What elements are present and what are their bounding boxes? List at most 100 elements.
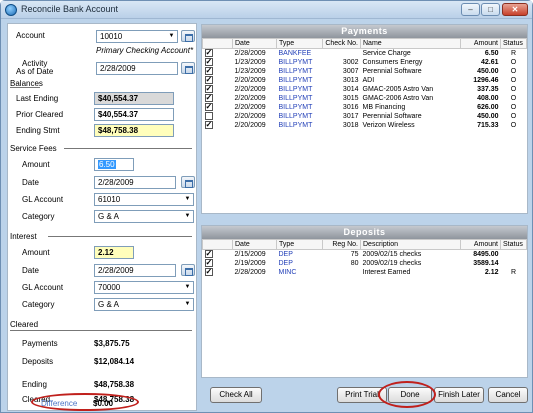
ending-stmt-field[interactable]: $48,758.38 xyxy=(94,124,174,137)
cell-check: 3018 xyxy=(342,121,359,129)
fee-amount-label: Amount xyxy=(22,160,50,169)
col-header: Amount xyxy=(460,38,501,49)
as-of-date-value: 2/28/2009 xyxy=(100,64,136,73)
checkbox[interactable] xyxy=(204,75,213,84)
table-row[interactable]: 2/20/2009 BILLPYMT 3013ADI 1296.46 O xyxy=(203,75,527,85)
cell-name: Perennial Software xyxy=(362,112,422,120)
cell-status: O xyxy=(510,121,517,129)
cell-date: 2/20/2009 xyxy=(234,94,266,102)
fee-amount-field[interactable]: 6.50 xyxy=(94,158,134,171)
cell-reg: 80 xyxy=(350,259,359,267)
fee-category-select[interactable]: G & A ▼ xyxy=(94,210,194,223)
cell-name: MB Financing xyxy=(362,103,406,111)
check-all-button[interactable]: Check All xyxy=(210,387,262,403)
maximize-button[interactable]: □ xyxy=(481,3,500,16)
fee-gl-select[interactable]: 61010 ▼ xyxy=(94,193,194,206)
chevron-down-icon: ▼ xyxy=(182,211,193,222)
ending-stmt-value: $48,758.38 xyxy=(98,126,139,135)
cell-date: 2/20/2009 xyxy=(234,76,266,84)
table-row[interactable]: 2/20/2009 BILLPYMT 3015GMAC-2006 Astro Van… xyxy=(203,93,527,103)
cleared-payments-value: $3,875.75 xyxy=(94,339,130,348)
chevron-down-icon: ▼ xyxy=(182,299,193,310)
cell-check: 3007 xyxy=(342,67,359,75)
col-header: Status xyxy=(500,38,527,49)
table-row[interactable]: 1/23/2009 BILLPYMT 3002Consumers Energy 42.… xyxy=(203,57,527,67)
col-header: Description xyxy=(360,239,461,250)
cell-desc: 2009/02/19 checks xyxy=(362,259,422,267)
cell-type: BILLPYMT xyxy=(278,103,313,111)
fee-category-value: G & A xyxy=(98,212,119,221)
cell-date: 2/20/2009 xyxy=(234,85,266,93)
checkbox[interactable] xyxy=(204,267,213,276)
interest-gl-select[interactable]: 70000 ▼ xyxy=(94,281,194,294)
checkbox[interactable] xyxy=(204,102,213,111)
account-label: Account xyxy=(16,31,45,40)
minimize-button[interactable]: – xyxy=(461,3,480,16)
cell-name: GMAC-2006 Astro Van xyxy=(362,94,434,102)
col-header: Date xyxy=(232,239,277,250)
interest-amount-label: Amount xyxy=(22,248,50,257)
checkbox[interactable] xyxy=(204,93,213,102)
account-select[interactable]: 10010 ▼ xyxy=(96,30,178,43)
cell-amount: 3589.14 xyxy=(473,259,499,267)
calendar-icon[interactable] xyxy=(181,264,195,276)
last-ending-label: Last Ending xyxy=(16,94,59,103)
cell-amount: 6.50 xyxy=(484,49,499,57)
fee-date-field[interactable]: 2/28/2009 xyxy=(94,176,176,189)
interest-date-field[interactable]: 2/28/2009 xyxy=(94,264,176,277)
interest-gl-value: 70000 xyxy=(98,283,121,292)
cell-name: Service Charge xyxy=(362,49,411,57)
as-of-date-field[interactable]: 2/28/2009 xyxy=(96,62,178,75)
checkbox[interactable] xyxy=(204,120,213,129)
cell-name: Verizon Wireless xyxy=(362,121,415,129)
cleared-payments-label: Payments xyxy=(22,339,58,348)
prior-cleared-field[interactable]: $40,554.37 xyxy=(94,108,174,121)
table-row[interactable]: 2/20/2009 BILLPYMT 3014GMAC-2005 Astro Van… xyxy=(203,84,527,94)
account-lookup-icon[interactable] xyxy=(181,30,195,42)
table-row[interactable]: 2/20/2009 BILLPYMT 3018Verizon Wireless 715… xyxy=(203,120,527,130)
payments-title: Payments xyxy=(202,25,527,38)
cleared-ending-value: $48,758.38 xyxy=(94,380,135,389)
cell-status: O xyxy=(510,58,517,66)
prior-cleared-label: Prior Cleared xyxy=(16,110,64,119)
interest-header: Interest xyxy=(10,232,37,241)
checkbox[interactable] xyxy=(204,258,213,267)
cell-status: R xyxy=(510,49,517,57)
cell-amount: 8495.00 xyxy=(473,250,499,258)
cell-type: DEP xyxy=(278,250,293,258)
finish-later-button[interactable]: Finish Later xyxy=(434,387,484,403)
cell-status: O xyxy=(510,103,517,111)
table-row[interactable]: 2/20/2009 BILLPYMT 3017 Perennial Software 4… xyxy=(203,112,527,121)
cell-date: 2/28/2009 xyxy=(234,268,266,276)
row-checkbox-cell xyxy=(203,102,233,112)
col-header: Check No. xyxy=(322,38,361,49)
cell-type: MINC xyxy=(278,268,297,276)
interest-amount-field[interactable]: 2.12 xyxy=(94,246,134,259)
cell-date: 1/23/2009 xyxy=(234,67,266,75)
cleared-ending-label: Ending xyxy=(22,380,47,389)
checkbox[interactable] xyxy=(204,84,213,93)
checkbox[interactable] xyxy=(204,57,213,66)
table-row[interactable]: 2/28/2009 MINC Interest Earned 2.12 R xyxy=(203,267,527,277)
cleared-header: Cleared xyxy=(10,320,39,329)
cell-date: 2/15/2009 xyxy=(234,250,266,258)
checkbox[interactable] xyxy=(204,112,213,120)
table-row[interactable]: 1/23/2009 BILLPYMT 3007Perennial Software 4… xyxy=(203,66,527,76)
deposits-title: Deposits xyxy=(202,226,527,239)
checkbox[interactable] xyxy=(204,66,213,75)
calendar-icon[interactable] xyxy=(181,62,195,74)
cell-desc: Interest Earned xyxy=(362,268,411,276)
cell-check xyxy=(323,49,361,58)
calendar-icon[interactable] xyxy=(181,176,195,188)
interest-category-select[interactable]: G & A ▼ xyxy=(94,298,194,311)
cell-date: 2/19/2009 xyxy=(234,259,266,267)
table-row[interactable]: 2/20/2009 BILLPYMT 3016MB Financing 626.00 O xyxy=(203,102,527,112)
cancel-button[interactable]: Cancel xyxy=(488,387,528,403)
account-name: Primary Checking Account* xyxy=(96,46,194,55)
close-button[interactable]: ✕ xyxy=(502,3,528,16)
table-row[interactable]: 2/19/2009 DEP 802009/02/19 checks 3589.14 xyxy=(203,258,527,268)
col-header-check xyxy=(202,38,233,49)
interest-date-value: 2/28/2009 xyxy=(98,266,134,275)
table-row[interactable]: 2/15/2009 DEP 752009/02/15 checks 8495.00 xyxy=(203,249,527,259)
table-row[interactable]: 2/28/2009 BANKFEE Service Charge 6.50 R xyxy=(203,48,527,58)
